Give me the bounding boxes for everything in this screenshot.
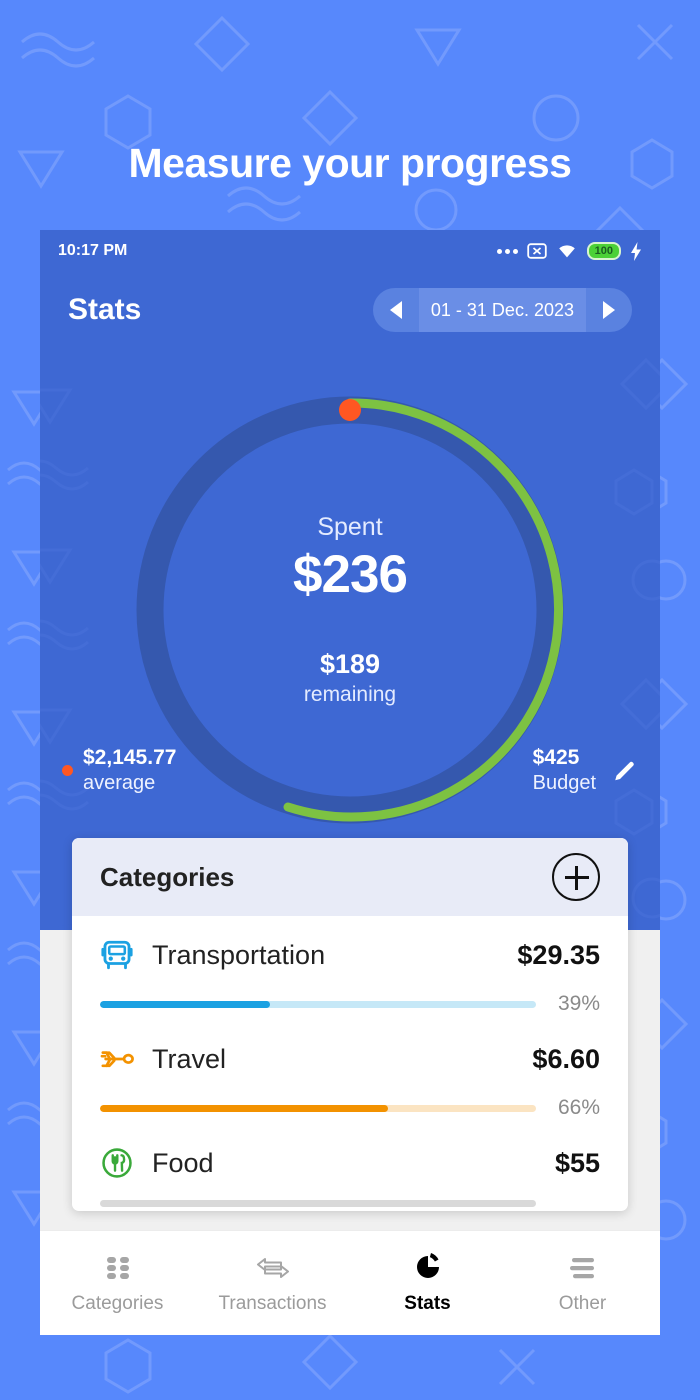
- chevron-right-icon: [603, 301, 615, 319]
- add-category-button[interactable]: [552, 853, 600, 901]
- menu-lines-icon: [567, 1252, 599, 1284]
- nav-item-other[interactable]: Other: [505, 1252, 660, 1315]
- airplane-icon: [100, 1051, 134, 1068]
- budget-value: $425: [532, 746, 580, 769]
- swap-arrows-icon: [256, 1252, 290, 1284]
- nav-label: Other: [558, 1292, 607, 1314]
- donut-marker-dot: [339, 399, 361, 421]
- chevron-left-icon: [389, 301, 402, 319]
- category-amount: $55: [554, 1147, 600, 1178]
- average-stat: $2,145.77 average: [62, 745, 176, 796]
- category-progress-fill: [100, 1104, 388, 1112]
- category-name: Travel: [152, 1043, 227, 1074]
- donut-footer: $2,145.77 average $425 Budget: [40, 745, 660, 796]
- nav-item-stats[interactable]: Stats: [350, 1252, 505, 1315]
- category-name: Food: [152, 1147, 214, 1178]
- nav-label: Categories: [71, 1292, 164, 1314]
- donut-chart-icon: [413, 1252, 443, 1284]
- battery-icon: 100: [586, 241, 621, 261]
- restaurant-icon: [102, 1148, 132, 1178]
- category-name: Transportation: [152, 939, 326, 970]
- bottom-navigation: Categories Transactions Stats Other: [40, 1230, 660, 1335]
- nav-item-categories[interactable]: Categories: [40, 1252, 195, 1315]
- next-period-button[interactable]: [586, 288, 632, 332]
- date-range-label: 01 - 31 Dec. 2023: [418, 288, 586, 332]
- page-title: Measure your progress: [128, 140, 572, 186]
- wifi-icon: [558, 245, 575, 258]
- app-title-row: Stats 01 - 31 Dec. 2023: [40, 288, 660, 332]
- nav-item-transactions[interactable]: Transactions: [195, 1252, 350, 1315]
- categories-card-header: Categories: [72, 838, 628, 916]
- average-marker-dot: [62, 765, 73, 777]
- budget-label: Budget: [532, 772, 596, 795]
- category-amount: $29.35: [517, 939, 600, 970]
- list-item[interactable]: Food $55: [100, 1124, 600, 1207]
- categories-title: Categories: [100, 861, 235, 892]
- more-dots-icon: [496, 248, 518, 254]
- status-bar: 10:17 PM 100: [40, 230, 660, 272]
- phone-screenshot: 10:17 PM 100 Stats 01 - 31 Dec. 2023 Spe…: [40, 230, 660, 1335]
- list-item[interactable]: Travel $6.60 66%: [100, 1020, 600, 1120]
- category-progress-track: [100, 1104, 536, 1112]
- list-item[interactable]: Transportation $29.35 39%: [100, 916, 600, 1016]
- grid-icon: [103, 1252, 133, 1284]
- category-percent: 66%: [557, 1096, 600, 1119]
- status-time: 10:17 PM: [58, 242, 128, 259]
- average-label: average: [83, 772, 156, 795]
- bus-icon: [101, 940, 133, 970]
- date-range-selector[interactable]: 01 - 31 Dec. 2023: [372, 288, 632, 332]
- nav-label: Transactions: [218, 1292, 327, 1314]
- budget-stat: $425 Budget: [533, 745, 638, 796]
- category-progress-track: [100, 1000, 536, 1008]
- nav-label: Stats: [404, 1292, 451, 1314]
- category-percent: 39%: [557, 992, 600, 1015]
- category-progress-fill: [100, 1000, 271, 1008]
- categories-list: Transportation $29.35 39% Travel $6.60 6…: [72, 916, 628, 1207]
- category-progress-track: [100, 1200, 536, 1207]
- pencil-icon[interactable]: [612, 758, 638, 784]
- category-amount: $6.60: [532, 1043, 600, 1074]
- screen-title: Stats: [68, 293, 142, 326]
- prev-period-button[interactable]: [373, 288, 419, 332]
- categories-card: Categories Transportation $29.35 39% Tra…: [72, 838, 628, 1211]
- average-value: $2,145.77: [83, 746, 177, 769]
- charging-bolt-icon: [631, 241, 641, 261]
- no-sim-icon: [526, 243, 547, 259]
